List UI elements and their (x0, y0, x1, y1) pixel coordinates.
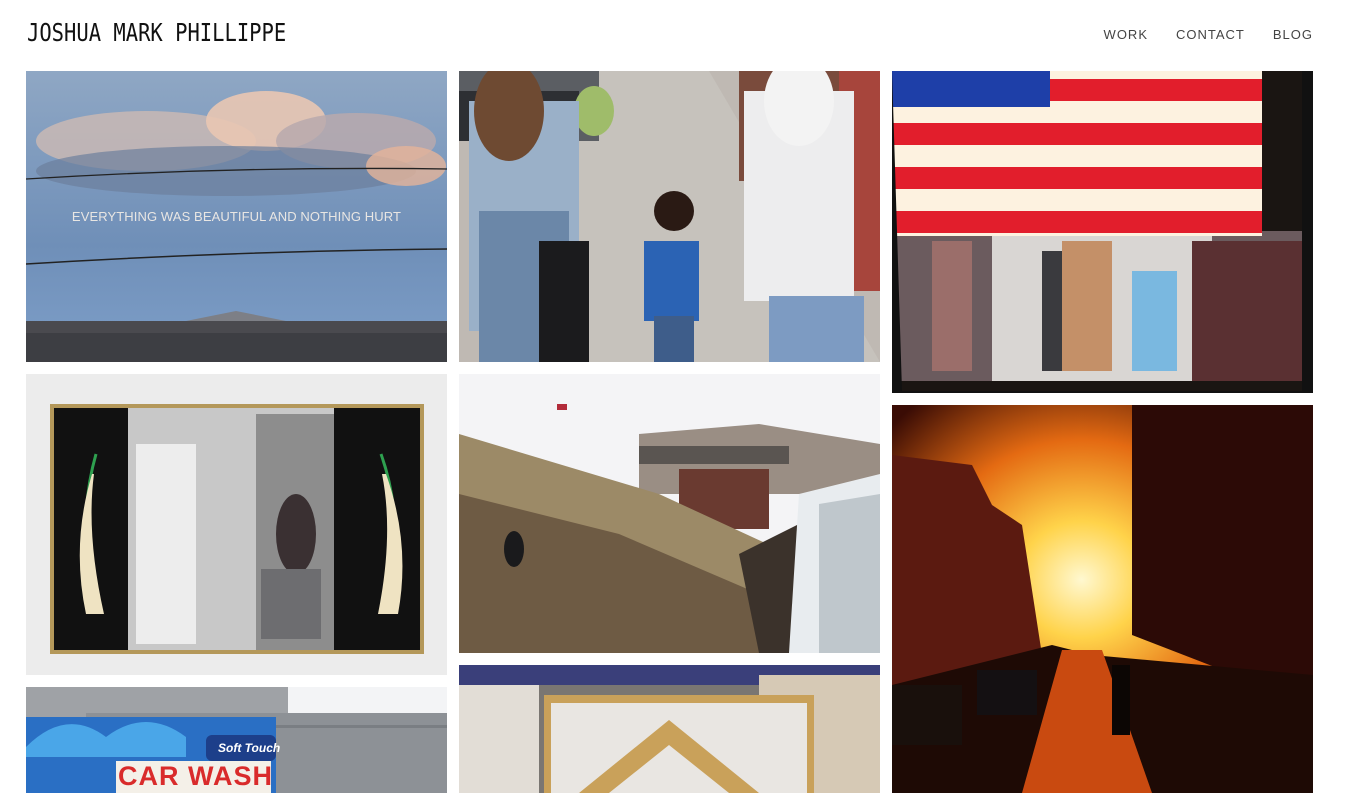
photo-car-wash[interactable]: Soft Touch CAR WASH (26, 687, 447, 793)
nav-contact-link[interactable]: CONTACT (1176, 27, 1245, 42)
photo-studio-canvas-image (459, 665, 880, 793)
nav-blog-link[interactable]: BLOG (1273, 27, 1313, 42)
photo-clouds[interactable]: EVERYTHING WAS BEAUTIFUL AND NOTHING HUR… (26, 71, 447, 362)
sign-car-wash: CAR WASH (118, 761, 273, 791)
photo-caption: EVERYTHING WAS BEAUTIFUL AND NOTHING HUR… (71, 209, 402, 224)
site-title[interactable]: JOSHUA MARK PHILLIPPE (27, 18, 286, 47)
sign-soft-touch: Soft Touch (218, 741, 281, 755)
photo-peacock-mirror[interactable] (26, 374, 447, 675)
photo-waterfall[interactable] (459, 374, 880, 653)
photo-manhattanhenge[interactable] (892, 405, 1313, 793)
photo-street-walk[interactable] (459, 71, 880, 362)
photo-studio-canvas[interactable] (459, 665, 880, 793)
photo-flag-window-image (892, 71, 1313, 393)
nav-work-link[interactable]: WORK (1104, 27, 1148, 42)
main-nav: WORK CONTACT BLOG (1104, 27, 1313, 42)
photo-street-walk-image (459, 71, 880, 362)
photo-manhattanhenge-image (892, 405, 1313, 793)
photo-waterfall-image (459, 374, 880, 653)
photo-flag-window[interactable] (892, 71, 1313, 393)
photo-peacock-mirror-image (26, 374, 447, 675)
